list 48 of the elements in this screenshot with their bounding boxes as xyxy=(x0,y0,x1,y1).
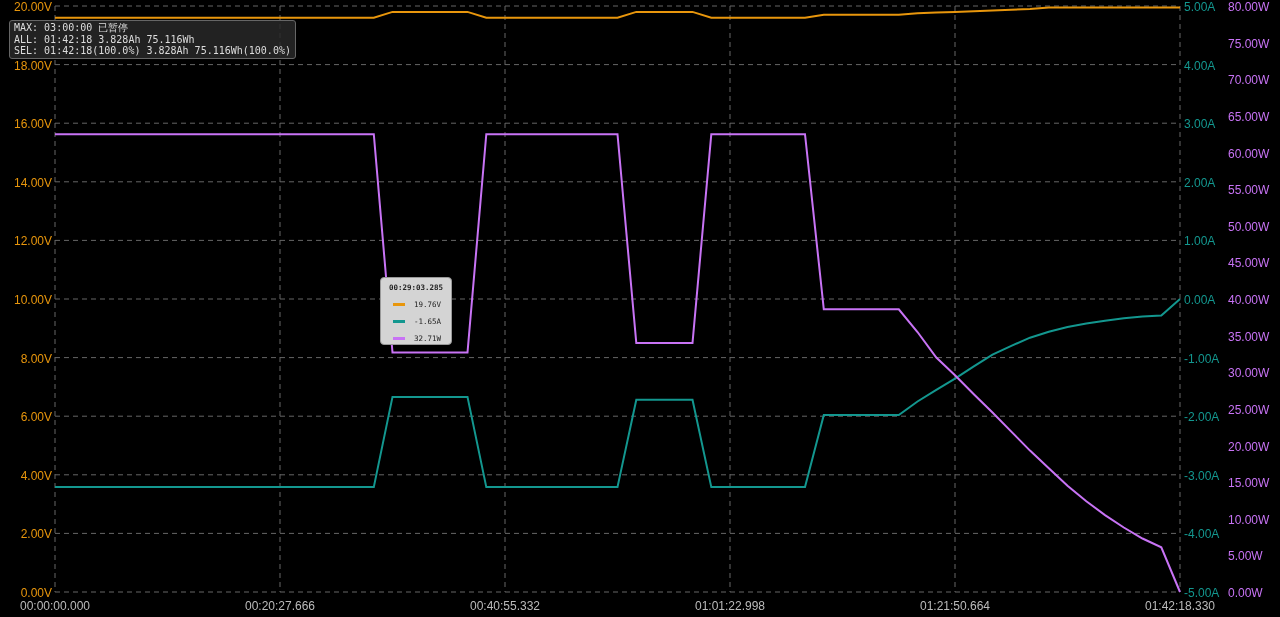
axis-label: 3.00A xyxy=(1184,117,1216,132)
axis-label: 60.00W xyxy=(1228,146,1270,161)
axis-label: -3.00A xyxy=(1184,468,1220,483)
axis-label: 80.00W xyxy=(1228,0,1270,14)
axis-label: 16.00V xyxy=(13,117,52,132)
axis-label: 1.00A xyxy=(1184,234,1216,249)
axis-label: 6.00V xyxy=(20,410,52,425)
axis-label: 18.00V xyxy=(13,58,52,73)
axis-label: 40.00W xyxy=(1228,293,1270,307)
axis-label: 5.00A xyxy=(1184,0,1216,14)
axis-label: 0.00W xyxy=(1228,586,1263,600)
info-text: ALL: 01:42:18 3.828Ah 75.116Wh xyxy=(14,33,196,45)
axis-label: 4.00A xyxy=(1184,58,1216,73)
axis-label: 70.00W xyxy=(1228,73,1270,88)
axis-label: 65.00W xyxy=(1228,109,1270,124)
axis-label: -5.00A xyxy=(1184,586,1220,600)
axis-label: 35.00W xyxy=(1228,329,1270,344)
axis-label: 0.00V xyxy=(20,586,52,600)
axis-label: -4.00A xyxy=(1184,527,1220,542)
axis-label: 20.00W xyxy=(1228,439,1270,454)
axis-label: 20.00V xyxy=(13,0,52,14)
axis-label: 14.00V xyxy=(13,175,52,190)
axis-label: 12.00V xyxy=(13,234,52,249)
axis-label: 15.00W xyxy=(1228,476,1270,491)
axis-label: -2.00A xyxy=(1184,410,1220,425)
axis-label: 00:20:27.666 xyxy=(244,599,316,613)
axis-label: 10.00W xyxy=(1228,512,1270,527)
axis-label: 2.00V xyxy=(20,527,52,542)
axis-label: 01:01:22.998 xyxy=(694,599,766,613)
axis-label: 10.00V xyxy=(13,293,52,307)
axis-label: -1.00A xyxy=(1184,351,1220,366)
axis-label: 01:42:18.330 xyxy=(1144,599,1216,613)
axis-label: 00:00:00.000 xyxy=(19,599,91,613)
axis-label: 75.00W xyxy=(1228,36,1270,51)
axis-label: 01:21:50.664 xyxy=(919,599,991,613)
axis-label: 55.00W xyxy=(1228,183,1270,198)
axis-label: 50.00W xyxy=(1228,219,1270,234)
axis-label: 5.00W xyxy=(1228,549,1263,564)
axis-label: 30.00W xyxy=(1228,366,1270,381)
info-text: MAX: 03:00:00 已暂停 xyxy=(14,22,130,34)
axis-label: 45.00W xyxy=(1228,256,1270,271)
axis-label: 8.00V xyxy=(20,351,52,366)
axis-label: 2.00A xyxy=(1184,175,1216,190)
axis-label: 4.00V xyxy=(20,468,52,483)
axis-label: 25.00W xyxy=(1228,402,1270,417)
axis-label: 00:40:55.332 xyxy=(469,599,541,613)
axis-label: 0.00A xyxy=(1184,293,1216,307)
info-text: SEL: 01:42:18(100.0%) 3.828Ah 75.116Wh(100.0%) xyxy=(14,45,291,57)
